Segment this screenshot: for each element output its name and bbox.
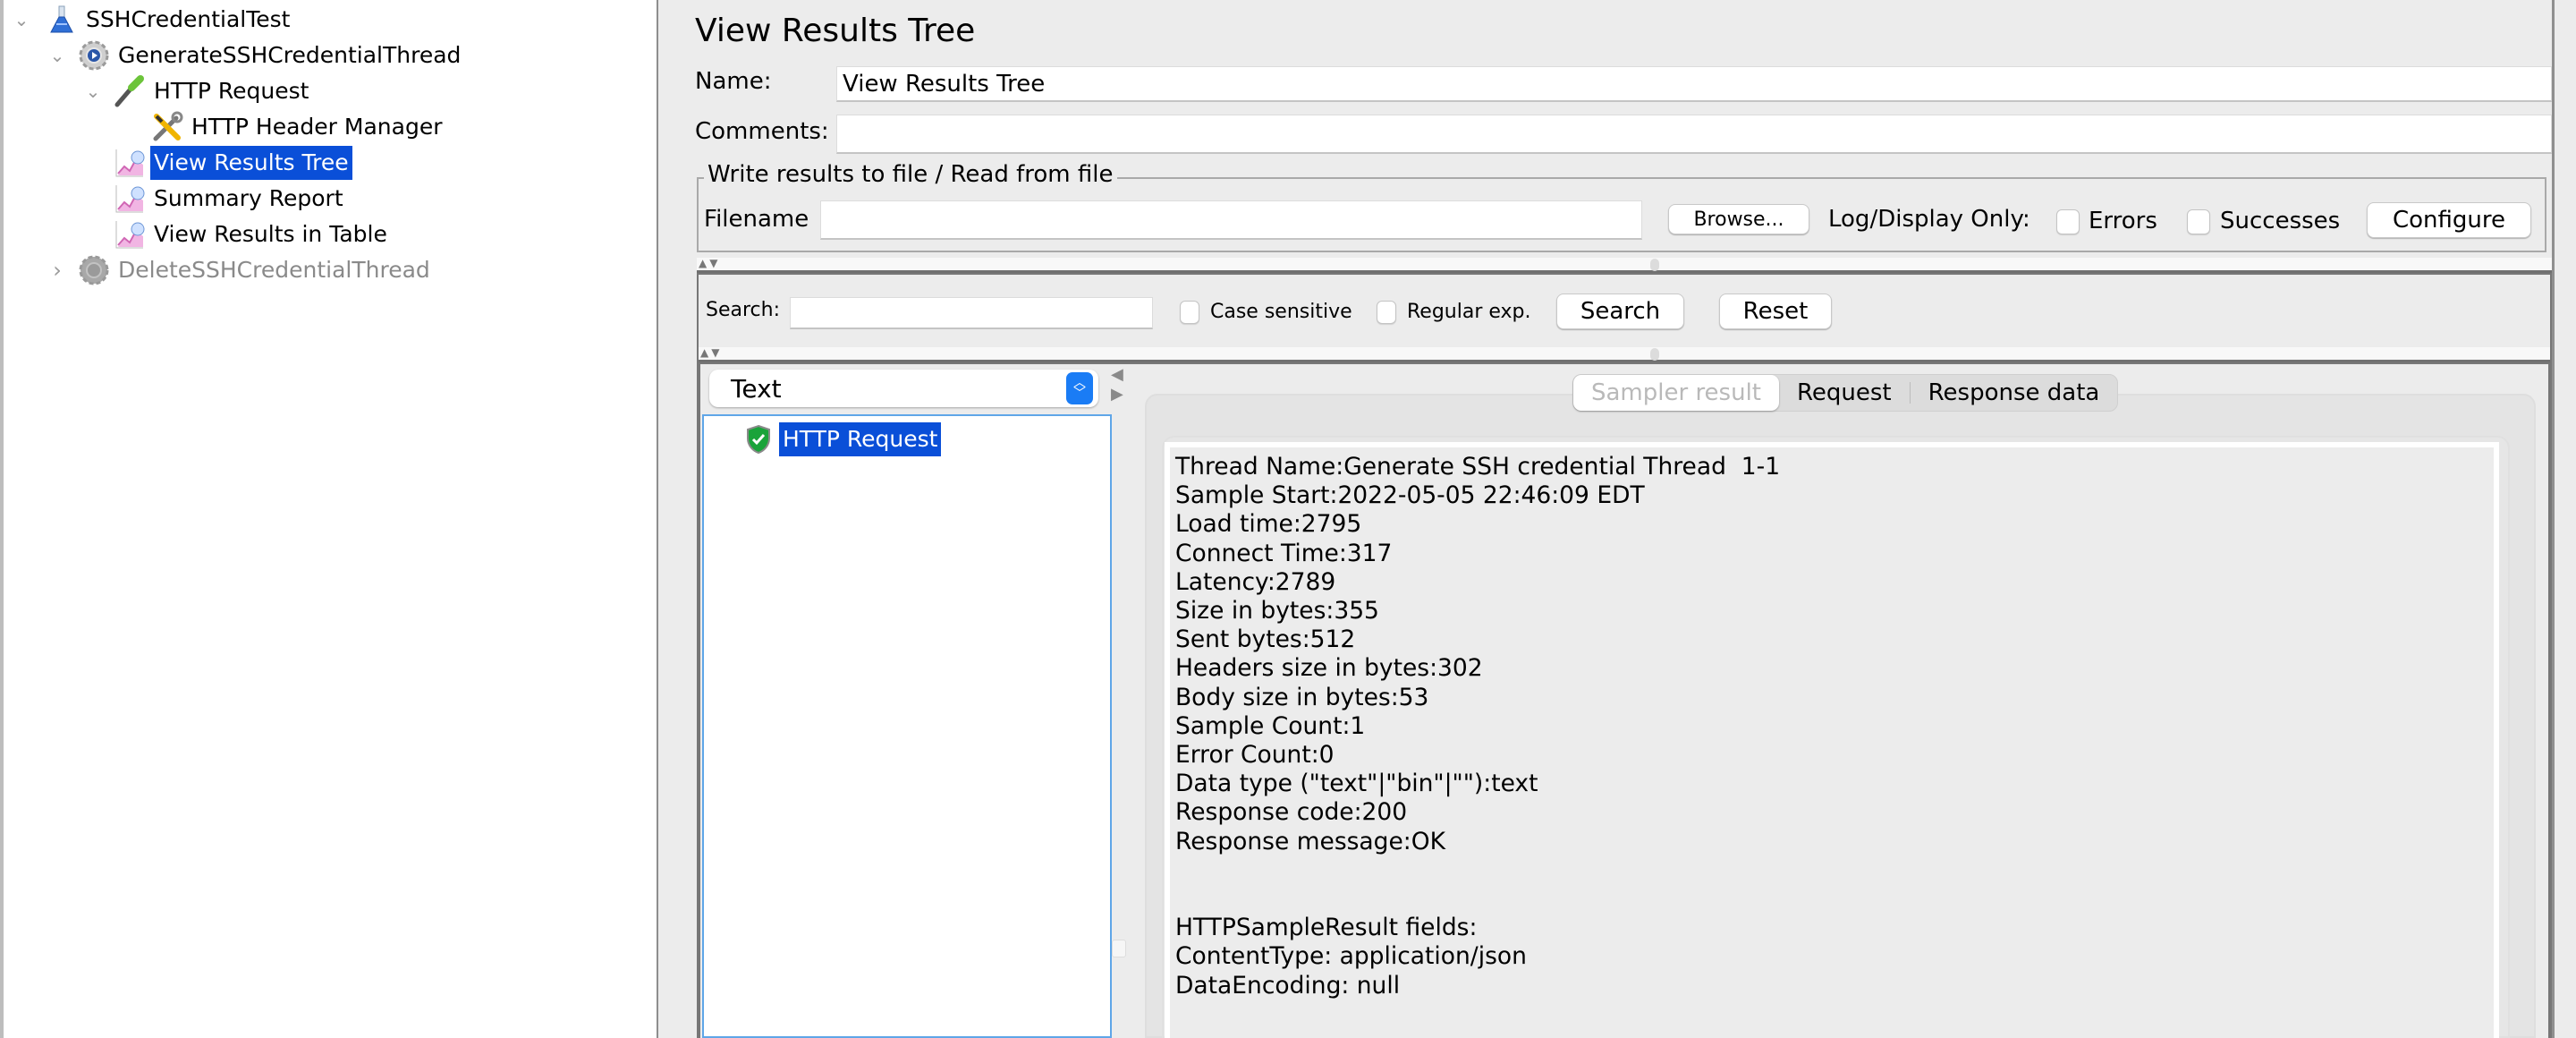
sampler-result-line: Sample Start:2022-05-05 22:46:09 EDT <box>1175 481 1645 510</box>
vertical-splitter[interactable]: ▲▼ <box>697 257 2552 273</box>
sampler-result-line: Sample Count:1 <box>1175 711 1366 740</box>
sampler-result-line: Connect Time:317 <box>1175 539 1393 567</box>
configure-button[interactable]: Configure <box>2367 202 2531 238</box>
sampler-result-text[interactable]: Thread Name:Generate SSH credential Thre… <box>1165 442 2499 1038</box>
sampler-result-line: Data type ("text"|"bin"|""):text <box>1175 770 1538 798</box>
regex-checkbox[interactable] <box>1377 301 1396 324</box>
reset-button[interactable]: Reset <box>1719 294 1832 329</box>
sampler-result-line: Error Count:0 <box>1175 741 1335 770</box>
tree-item-label: GenerateSSHCredentialThread <box>118 42 462 68</box>
successes-checkbox[interactable] <box>2187 209 2210 234</box>
sampler-result-line: ContentType: application/json <box>1175 942 1527 971</box>
vertical-splitter-2[interactable]: ▲▼ <box>699 346 2550 362</box>
expand-right-arrow-icon[interactable]: ▶ <box>1111 385 1123 404</box>
sample-results-list[interactable]: HTTP Request <box>702 414 1126 1038</box>
select-arrows-icon: ︿ ﹀ <box>1066 372 1093 404</box>
comments-field[interactable] <box>836 115 2552 154</box>
tree-item-label: DeleteSSHCredentialThread <box>118 257 430 283</box>
gear-icon <box>77 38 111 72</box>
result-item[interactable]: HTTP Request <box>745 422 942 456</box>
splitter-arrows-icon[interactable]: ▲▼ <box>700 346 722 359</box>
tree-item-header-manager[interactable]: HTTP Header Manager <box>150 109 445 145</box>
renderer-select-value: Text <box>731 373 782 404</box>
sampler-result-line: Headers size in bytes:302 <box>1175 654 1483 683</box>
sampler-result-line: HTTPSampleResult fields: <box>1175 914 1478 942</box>
sampler-result-line: Sent bytes:512 <box>1175 625 1356 654</box>
renderer-select[interactable]: Text ︿ ﹀ <box>709 370 1098 407</box>
tab-request[interactable]: Request <box>1779 375 1910 411</box>
filename-field[interactable] <box>820 200 1642 240</box>
errors-label: Errors <box>2089 208 2157 234</box>
splitter-knob[interactable] <box>1650 348 1659 361</box>
view-results-tree-panel: View Results Tree Name: View Results Tre… <box>659 0 2552 1038</box>
filename-label: Filename <box>704 206 809 233</box>
comments-label: Comments: <box>695 118 829 145</box>
sampler-result-line: Load time:2795 <box>1175 510 1362 539</box>
tree-item-label: HTTP Header Manager <box>191 114 443 140</box>
regex-label: Regular exp. <box>1407 301 1531 323</box>
sampler-result-line: Response message:OK <box>1175 827 1445 855</box>
sampler-result-line: DataEncoding: null <box>1175 971 1401 1000</box>
expand-chevron-icon[interactable]: ⌄ <box>48 38 66 73</box>
tree-item-label: View Results Tree <box>150 146 352 180</box>
splitter-knob[interactable] <box>1650 259 1659 271</box>
tab-sampler-result[interactable]: Sampler result <box>1573 375 1779 411</box>
tree-item-label: View Results in Table <box>154 221 387 247</box>
tab-response-data[interactable]: Response data <box>1911 375 2118 411</box>
result-tabs: Sampler result Request Response data <box>1572 374 2119 412</box>
case-sensitive-checkbox[interactable] <box>1180 301 1199 324</box>
search-input[interactable] <box>790 297 1153 329</box>
search-button[interactable]: Search <box>1556 294 1684 329</box>
collapse-left-arrow-icon[interactable]: ◀ <box>1111 365 1123 384</box>
expand-chevron-icon[interactable]: ⌄ <box>13 2 30 38</box>
sampler-result-line: Latency:2789 <box>1175 567 1336 596</box>
tree-item-view-results-table[interactable]: View Results in Table <box>113 217 391 252</box>
tree-item-generate-thread[interactable]: GenerateSSHCredentialThread <box>77 38 464 73</box>
result-item-label: HTTP Request <box>779 422 942 456</box>
name-field-value: View Results Tree <box>843 70 1046 98</box>
flask-icon <box>45 3 79 37</box>
gear-icon <box>77 253 111 287</box>
panel-title: View Results Tree <box>695 13 976 49</box>
graph-listener-icon <box>113 217 147 251</box>
tree-item-http-request[interactable]: HTTP Request <box>113 73 312 109</box>
log-display-only-label: Log/Display Only: <box>1828 206 2030 233</box>
graph-listener-icon <box>113 182 147 216</box>
right-scroll-gutter <box>2552 0 2576 1038</box>
sampler-result-line <box>1175 885 2494 914</box>
tools-icon <box>150 110 184 144</box>
success-shield-icon <box>745 424 772 455</box>
expand-chevron-icon[interactable]: ⌄ <box>84 73 102 109</box>
graph-listener-icon <box>113 146 147 180</box>
tree-item-view-results-tree[interactable]: View Results Tree <box>113 145 352 181</box>
errors-checkbox[interactable] <box>2056 209 2080 234</box>
splitter-arrows-icon[interactable]: ▲▼ <box>699 257 720 269</box>
write-results-legend: Write results to file / Read from file <box>704 161 1117 188</box>
name-label: Name: <box>695 68 772 95</box>
sampler-result-line: Thread Name:Generate SSH credential Thre… <box>1175 453 1781 481</box>
tree-item-label: HTTP Request <box>154 78 309 104</box>
collapse-chevron-icon[interactable]: › <box>48 252 66 288</box>
pipette-icon <box>113 74 147 108</box>
tree-item-delete-thread[interactable]: DeleteSSHCredentialThread <box>77 252 434 288</box>
tree-item-test-plan[interactable]: SSHCredentialTest <box>45 2 293 38</box>
search-label: Search: <box>706 299 780 321</box>
tree-item-summary-report[interactable]: Summary Report <box>113 181 347 217</box>
sampler-result-line: Size in bytes:355 <box>1175 597 1379 625</box>
sampler-result-line: Response code:200 <box>1175 798 1408 827</box>
tree-item-label: Summary Report <box>154 185 343 211</box>
sampler-result-line: Body size in bytes:53 <box>1175 683 1429 711</box>
browse-button[interactable]: Browse... <box>1668 204 1809 234</box>
name-field[interactable]: View Results Tree <box>836 66 2552 102</box>
case-sensitive-label: Case sensitive <box>1210 301 1352 323</box>
test-plan-tree[interactable]: ⌄ SSHCredentialTest ⌄ GenerateSSHCredent… <box>0 0 676 1038</box>
successes-label: Successes <box>2220 208 2341 234</box>
tree-left-border <box>0 0 4 1038</box>
splitter-handle[interactable] <box>1112 940 1126 957</box>
sampler-result-line <box>1175 856 2494 885</box>
tree-item-label: SSHCredentialTest <box>86 6 291 32</box>
